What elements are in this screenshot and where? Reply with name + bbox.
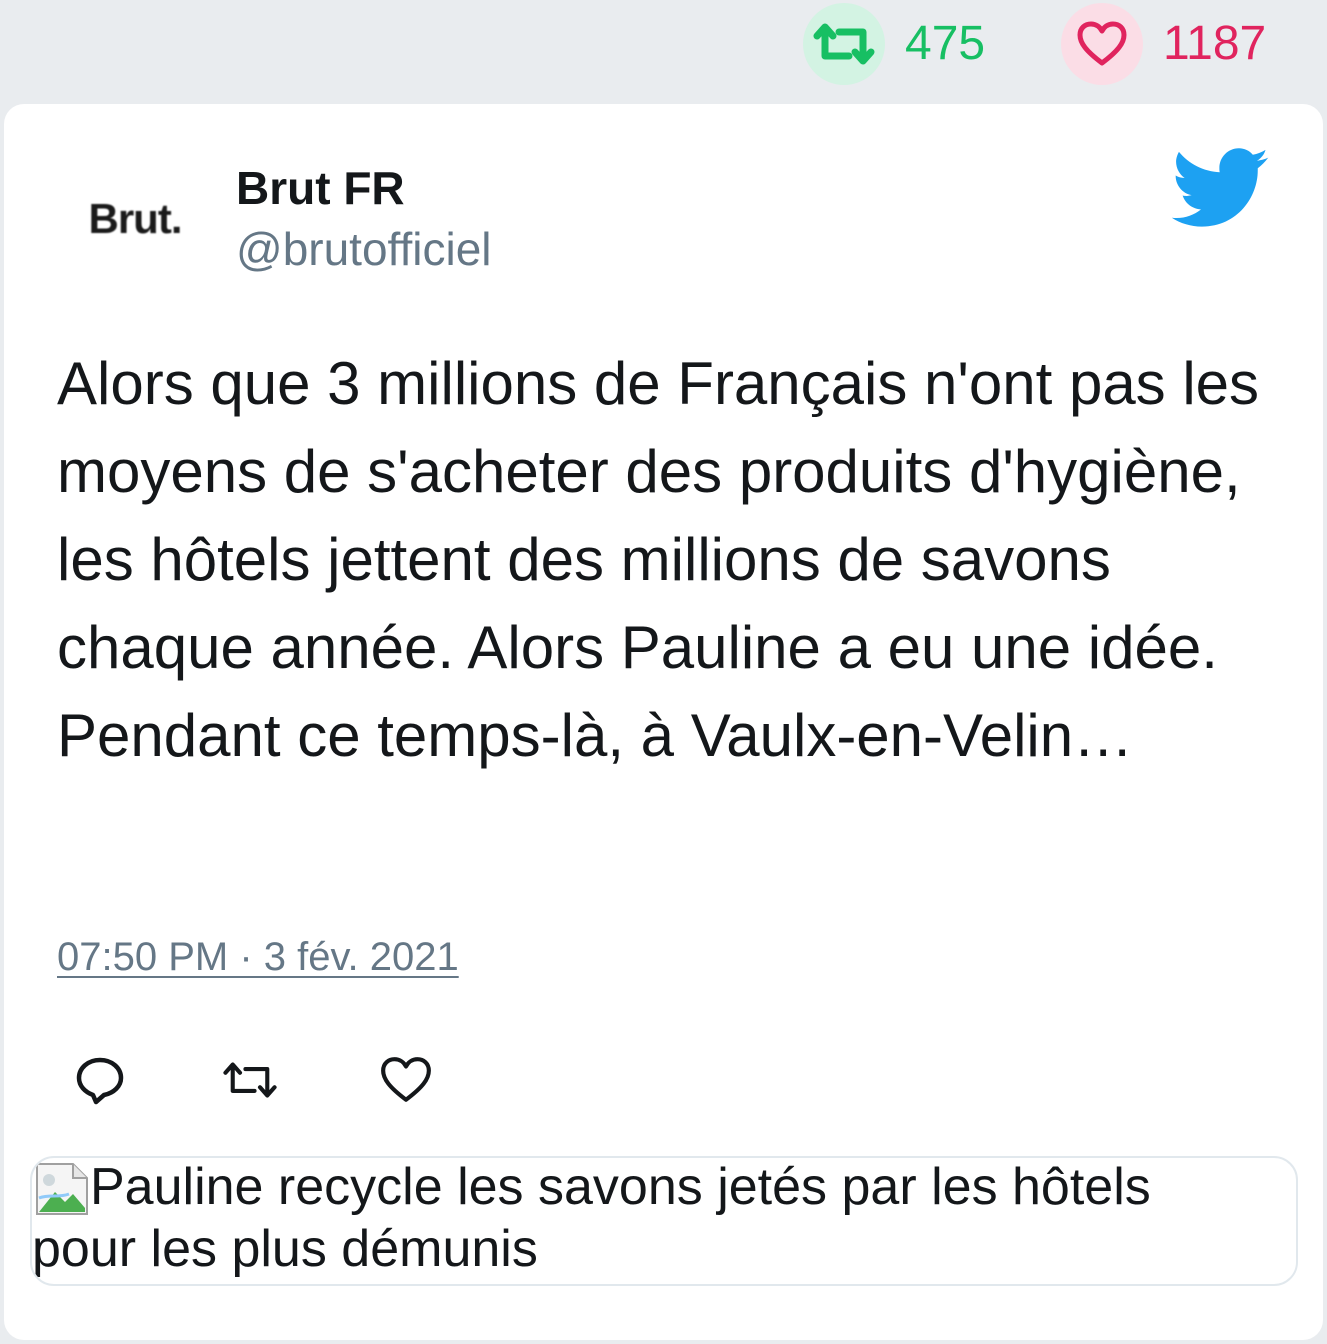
retweet-count: 475 [905, 17, 986, 70]
avatar[interactable]: Brut. [76, 160, 194, 278]
link-preview-alt-text: Pauline recycle les savons jetés par les… [32, 1158, 1151, 1278]
reply-button[interactable] [70, 1050, 130, 1110]
retweet-button[interactable] [220, 1050, 280, 1110]
like-count: 1187 [1163, 17, 1267, 70]
retweet-icon [223, 1062, 277, 1098]
tweet-timestamp-link[interactable]: 07:50 PM · 3 fév. 2021 [57, 933, 459, 981]
avatar-logo-text: Brut. [88, 195, 183, 242]
tweet-text: Alors que 3 millions de Français n'ont p… [57, 350, 1260, 769]
tweet-stats-bar: 475 1187 [0, 0, 1327, 90]
twitter-bird-icon[interactable] [1171, 148, 1270, 228]
heart-icon [381, 1057, 431, 1102]
author-name[interactable]: Brut FR [236, 163, 405, 214]
author-handle[interactable]: @brutofficiel [236, 224, 492, 275]
like-button[interactable] [376, 1050, 436, 1110]
link-preview-card[interactable]: Pauline recycle les savons jetés par les… [30, 1156, 1298, 1286]
retweet-stat-icon [803, 3, 885, 85]
retweet-stat[interactable]: 475 [803, 2, 985, 86]
reply-icon [76, 1057, 124, 1105]
heart-stat-icon [1061, 3, 1143, 85]
like-stat[interactable]: 1187 [1061, 2, 1266, 86]
